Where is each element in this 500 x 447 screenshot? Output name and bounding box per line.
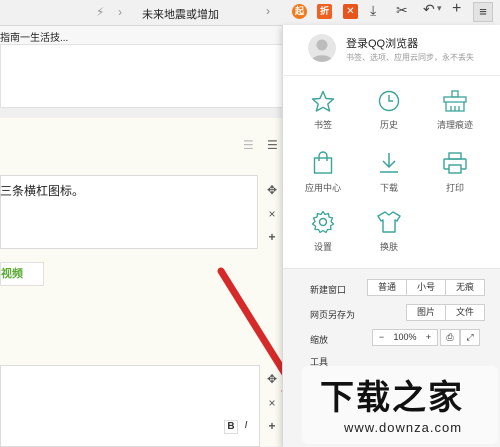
menu-print-label: 打印: [445, 183, 464, 193]
bag-icon: [313, 151, 333, 174]
fullscreen-icon[interactable]: ⤢: [460, 329, 480, 346]
save-as-image-button[interactable]: 图片: [406, 304, 446, 321]
menu-settings-label: 设置: [313, 242, 332, 252]
new-window-incognito-button[interactable]: 无痕: [445, 279, 485, 296]
login-title[interactable]: 登录QQ浏览器: [346, 35, 418, 51]
menu-downloads[interactable]: 下载: [359, 151, 419, 194]
content-card: [0, 45, 284, 108]
undo-icon[interactable]: ↶: [423, 1, 435, 18]
download-toolbar-icon[interactable]: ⤓: [370, 2, 376, 19]
address-text[interactable]: 未来地震或增加: [142, 6, 219, 22]
gear-icon: [311, 210, 335, 234]
login-section[interactable]: 登录QQ浏览器 书签、选项、应用云同步，永不丢失: [282, 25, 500, 76]
add-block-icon[interactable]: +: [266, 420, 278, 432]
undo-dropdown-icon[interactable]: ▾: [437, 3, 442, 14]
star-icon: [311, 90, 335, 112]
menu-skin-label: 换肤: [379, 242, 398, 252]
menu-skin[interactable]: 换肤: [359, 210, 419, 253]
watermark-title: 下载之家: [320, 379, 464, 417]
zoom-value: 100%: [393, 332, 417, 342]
insert-video-button[interactable]: 视频: [0, 262, 44, 286]
add-block-icon[interactable]: +: [266, 231, 278, 243]
menu-app-center[interactable]: 应用中心: [293, 151, 353, 194]
video-button-label: 视频: [1, 268, 23, 280]
zoom-label: 缩放: [310, 335, 329, 345]
menu-bookmarks-label: 书签: [313, 120, 332, 130]
zoom-lock-icon[interactable]: ⎙: [440, 329, 460, 346]
login-subtitle: 书签、选项、应用云同步，永不丢失: [346, 53, 474, 62]
extension-tools-icon[interactable]: ✕: [343, 4, 358, 19]
menu-app-center-label: 应用中心: [304, 183, 341, 193]
list-ordered-icon[interactable]: ☰: [243, 138, 254, 152]
clock-icon: [378, 90, 400, 112]
download-icon: [380, 153, 398, 173]
menu-clear-traces-label: 清理痕迹: [436, 120, 473, 130]
extension-discount-icon[interactable]: 折: [317, 4, 332, 19]
bold-button[interactable]: B: [224, 420, 238, 434]
move-handle-icon[interactable]: ✥: [266, 184, 278, 196]
menu-history-label: 历史: [379, 120, 398, 130]
menu-print[interactable]: 打印: [425, 151, 485, 194]
new-tab-icon[interactable]: +: [452, 0, 461, 18]
printer-icon: [443, 152, 467, 174]
new-window-small-button[interactable]: 小号: [406, 279, 446, 296]
bookmark-tab-fragment[interactable]: 指南一生活技...: [0, 29, 68, 44]
zoom-out-button[interactable]: −: [375, 330, 387, 345]
shirt-icon: [377, 211, 401, 233]
menu-clear-traces[interactable]: 清理痕迹: [425, 90, 485, 131]
address-dropdown-icon[interactable]: ›: [266, 4, 270, 18]
save-as-file-button[interactable]: 文件: [445, 304, 485, 321]
editor-text: 三条横杠图标。: [0, 184, 85, 198]
zoom-in-button[interactable]: +: [423, 330, 435, 345]
delete-block-icon[interactable]: ×: [266, 208, 278, 220]
forward-arrow-icon[interactable]: ›: [118, 5, 122, 19]
browser-toolbar: ⚡ › 未来地震或增加 › 起 折 ✕ ⤓ ✂ ↶ ▾ + ≡: [0, 0, 500, 26]
new-window-normal-button[interactable]: 普通: [367, 279, 407, 296]
broom-icon: [443, 90, 467, 112]
new-window-label: 新建窗口: [310, 285, 347, 295]
menu-history[interactable]: 历史: [359, 90, 419, 131]
list-bulleted-icon[interactable]: ☰: [267, 138, 278, 152]
watermark-logo: 下载之家 www.downza.com: [300, 364, 500, 446]
extension-orange-icon[interactable]: 起: [292, 4, 307, 19]
lightning-icon[interactable]: ⚡: [96, 5, 104, 19]
save-as-label: 网页另存为: [310, 310, 356, 320]
menu-settings[interactable]: 设置: [293, 210, 353, 253]
scissors-icon[interactable]: ✂: [396, 2, 408, 19]
menu-downloads-label: 下载: [379, 183, 398, 193]
menu-hamburger-icon[interactable]: ≡: [473, 2, 493, 22]
zoom-control: − 100% +: [372, 329, 438, 346]
menu-bookmarks[interactable]: 书签: [293, 90, 353, 131]
watermark-url: www.downza.com: [344, 420, 463, 435]
italic-button[interactable]: I: [240, 420, 252, 432]
avatar-icon[interactable]: [308, 34, 336, 62]
